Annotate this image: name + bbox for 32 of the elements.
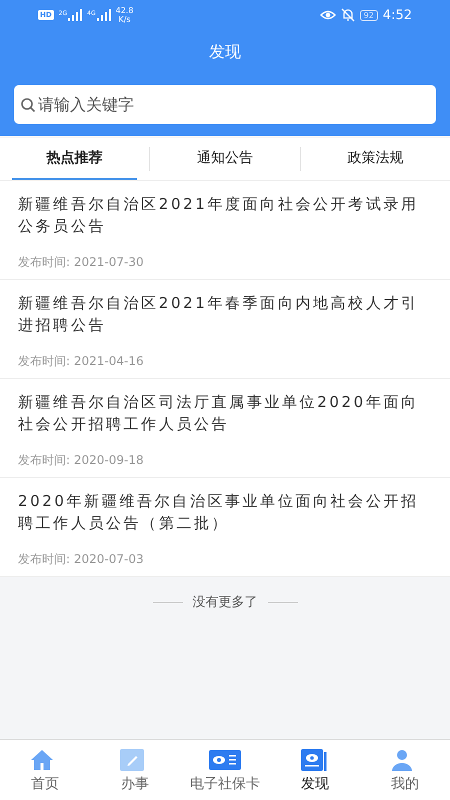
battery-level: 92 — [360, 10, 378, 20]
page-title: 发现 — [208, 41, 242, 63]
tab[interactable]: 政策法规 — [312, 138, 438, 180]
id-card-icon — [209, 748, 241, 772]
publish-date: 发布时间: 2020-07-03 — [18, 551, 145, 568]
network-speed: 42.8 — [116, 6, 134, 15]
article-title: 新疆维吾尔自治区2021年度面向社会公开考试录用公务员公告 — [18, 194, 420, 237]
publish-date: 发布时间: 2021-04-16 — [18, 353, 145, 370]
publish-date: 发布时间: 2021-07-30 — [18, 254, 145, 271]
nav-tab[interactable]: 我的 — [360, 740, 450, 800]
search-icon — [20, 97, 36, 113]
nav-tab[interactable]: 首页 — [0, 740, 90, 800]
tab[interactable]: 通知公告 — [162, 138, 288, 180]
article-item[interactable]: 2020年新疆维吾尔自治区事业单位面向社会公开招聘工作人员公告（第二批） 发布时间: 2020-07-03 — [0, 478, 450, 577]
article-title: 2020年新疆维吾尔自治区事业单位面向社会公开招聘工作人员公告（第二批） — [18, 491, 420, 534]
article-item[interactable]: 新疆维吾尔自治区2021年春季面向内地高校人才引进招聘公告 发布时间: 2021-04-16 — [0, 280, 450, 379]
signal-icon — [96, 9, 111, 21]
publish-date: 发布时间: 2020-09-18 — [18, 452, 145, 469]
article-title: 新疆维吾尔自治区司法厅直属事业单位2020年面向社会公开招聘工作人员公告 — [18, 392, 420, 435]
end-of-list-text: 没有更多了 — [192, 594, 258, 611]
search-field[interactable]: 请输入关键字 — [14, 85, 436, 124]
signal-icon — [68, 9, 82, 21]
clock: 4:52 — [382, 8, 412, 22]
speed-unit: K/s — [118, 15, 131, 24]
muted-bell-icon — [340, 8, 355, 22]
article-item[interactable]: 新疆维吾尔自治区司法厅直属事业单位2020年面向社会公开招聘工作人员公告 发布时间: 2020-09-18 — [0, 379, 450, 478]
nav-tab[interactable]: 发现 — [270, 740, 360, 800]
article-title: 新疆维吾尔自治区2021年春季面向内地高校人才引进招聘公告 — [18, 293, 420, 336]
nav-tab[interactable]: 电子社保卡 — [180, 740, 270, 800]
eye-icon — [320, 9, 336, 21]
article-item[interactable]: 新疆维吾尔自治区2021年度面向社会公开考试录用公务员公告 发布时间: 2021-07-30 — [0, 181, 450, 280]
nav-tab[interactable]: 办事 — [90, 740, 180, 800]
